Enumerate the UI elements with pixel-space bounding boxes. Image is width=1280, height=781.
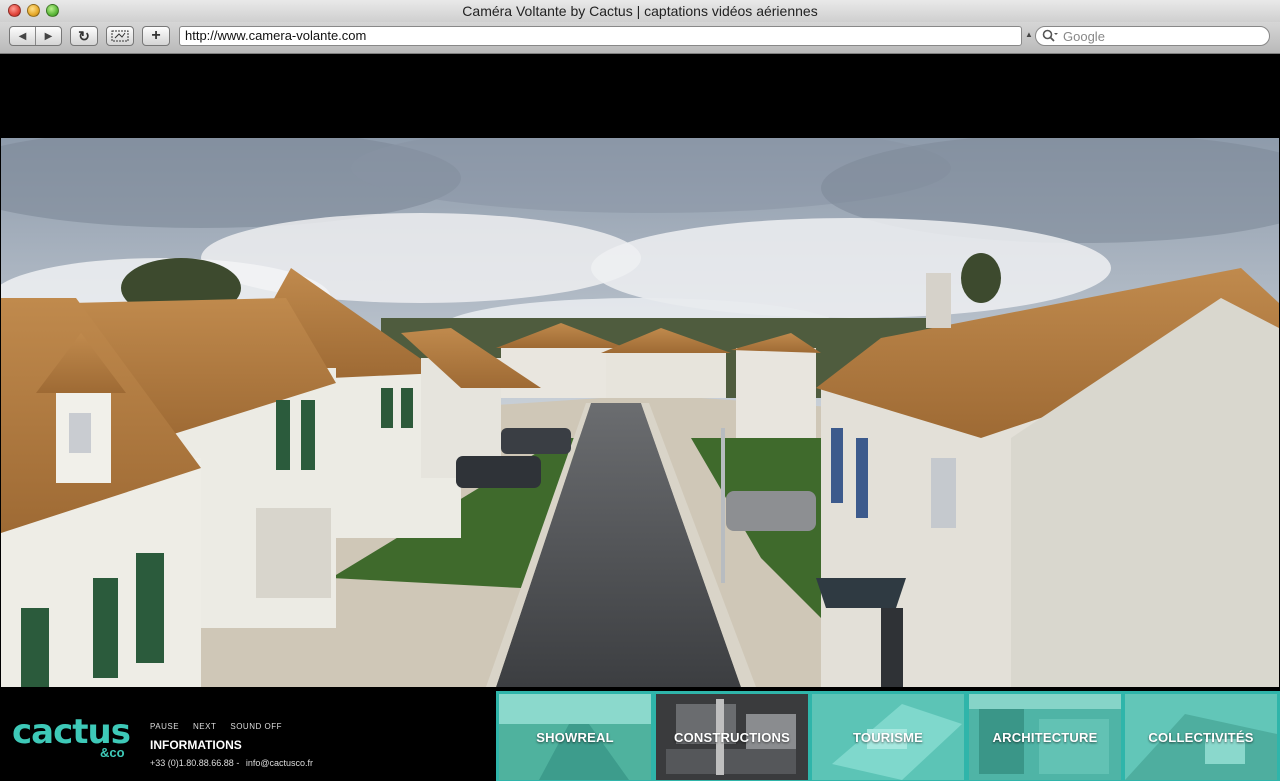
address-bar[interactable]: http://www.camera-volante.com [179, 26, 1022, 46]
reload-icon: ↻ [78, 27, 90, 44]
cactus-logo[interactable]: cactus &co [12, 715, 132, 761]
window-titlebar: Caméra Voltante by Cactus | captations v… [0, 0, 1280, 23]
plus-icon: + [151, 27, 161, 44]
search-icon [1042, 29, 1058, 46]
logo-wordmark: cactus [12, 712, 131, 752]
contact-line: +33 (0)1.80.88.66.88 - info@cactusco.fr [150, 758, 313, 768]
email-link[interactable]: info@cactusco.fr [246, 758, 313, 768]
category-tourisme[interactable]: TOURISME [812, 694, 964, 780]
browser-toolbar: ◀ ▶ ↻ + http://www.camera-volante.com ▲ … [0, 22, 1280, 54]
reload-button[interactable]: ↻ [70, 26, 98, 46]
informations-link[interactable]: INFORMATIONS [150, 738, 242, 752]
logo-suffix: &co [100, 745, 125, 760]
web-page: cactus &co PAUSE NEXT SOUND OFF INFORMAT… [0, 54, 1280, 781]
pause-button[interactable]: PAUSE [150, 722, 179, 731]
category-collectivites[interactable]: COLLECTIVITÉS [1125, 694, 1277, 780]
add-bookmark-button[interactable]: + [142, 26, 170, 46]
sound-toggle[interactable]: SOUND OFF [230, 722, 282, 731]
webclip-icon [111, 30, 129, 42]
category-label: ARCHITECTURE [992, 729, 1098, 745]
phone-number: +33 (0)1.80.88.66.88 - [150, 758, 240, 768]
category-showreal[interactable]: SHOWREAL [499, 694, 651, 780]
window-title: Caméra Voltante by Cactus | captations v… [462, 3, 818, 19]
category-label: COLLECTIVITÉS [1148, 729, 1254, 745]
category-architecture[interactable]: ARCHITECTURE [969, 694, 1121, 780]
search-placeholder: Google [1063, 29, 1105, 44]
category-label: TOURISME [853, 729, 923, 745]
aerial-video-player[interactable] [1, 138, 1279, 687]
category-strip: SHOWREAL CONSTRUCTIONS TOURISME ARCHITEC… [496, 691, 1280, 781]
category-constructions[interactable]: CONSTRUCTIONS [656, 694, 808, 780]
search-field[interactable]: Google [1035, 26, 1270, 46]
next-button[interactable]: NEXT [193, 722, 216, 731]
forward-button[interactable]: ▶ [35, 27, 61, 45]
video-controls: PAUSE NEXT SOUND OFF [150, 722, 282, 731]
history-nav: ◀ ▶ [9, 26, 62, 46]
address-dropdown-icon[interactable]: ▲ [1025, 30, 1033, 39]
category-label: SHOWREAL [536, 729, 614, 745]
snapback-button[interactable] [106, 26, 134, 46]
category-label: CONSTRUCTIONS [674, 729, 790, 745]
site-footer: cactus &co PAUSE NEXT SOUND OFF INFORMAT… [0, 687, 1280, 781]
back-button[interactable]: ◀ [10, 27, 35, 45]
aerial-street-frame [1, 138, 1279, 687]
